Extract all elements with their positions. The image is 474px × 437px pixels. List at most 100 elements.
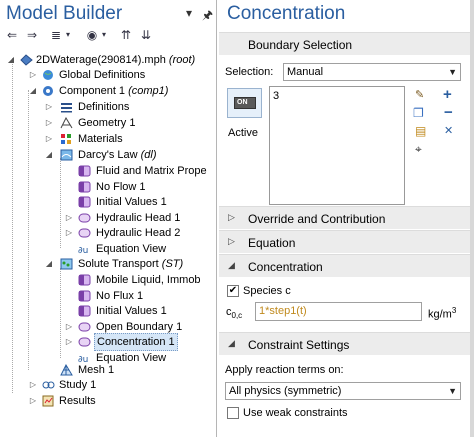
expand-toggle-icon[interactable]: ▷ (44, 99, 54, 115)
tree-item-solute-child[interactable]: ▷ Concentration 1 (0, 333, 216, 352)
unit-label: kg/m3 (428, 306, 456, 321)
tree-item-label: Initial Values 1 (96, 196, 167, 209)
concentration-title: Concentration (248, 260, 323, 274)
expand-toggle-icon[interactable]: ▷ (28, 67, 38, 83)
expand-toggle-icon[interactable]: ◢ (44, 147, 54, 163)
darcys-law-tag: (dl) (140, 149, 157, 161)
expand-toggle-icon[interactable]: ▷ (64, 210, 74, 226)
tree-item-label: No Flow 1 (96, 180, 146, 193)
tree-item-darcy-child[interactable]: Fluid and Matrix Prope (0, 163, 216, 179)
tree-item-label: Open Boundary 1 (96, 320, 183, 333)
c0-subscript: 0,c (231, 311, 243, 321)
tree-item-solute-child[interactable]: ∂u Equation View (0, 350, 216, 366)
chevron-down-icon: ◢ (228, 260, 235, 270)
scrollbar[interactable] (470, 0, 474, 437)
tree-item-label: Hydraulic Head 2 (96, 227, 181, 240)
globe-icon (42, 69, 55, 81)
boundary-node-icon (78, 181, 91, 193)
back-arrow-icon[interactable]: ⇐ (4, 27, 20, 43)
unit-sup: 3 (451, 306, 457, 315)
forward-arrow-icon[interactable]: ⇒ (24, 27, 40, 43)
species-label: Species c (243, 285, 291, 297)
active-label: Active (228, 127, 258, 139)
add-icon[interactable]: + (443, 86, 452, 103)
selection-combo[interactable]: Manual ▼ (283, 63, 461, 81)
apply-reaction-value: All physics (symmetric) (229, 385, 342, 397)
tree-item-materials[interactable]: ▷ Materials (0, 131, 216, 147)
expand-toggle-icon[interactable]: ▷ (28, 377, 38, 393)
apply-reaction-label: Apply reaction terms on: (225, 364, 344, 376)
tree-item-darcys-law[interactable]: ◢ Darcy's Law (dl) (0, 147, 216, 163)
expand-toggle-icon[interactable]: ◢ (44, 256, 54, 272)
tree-item-label: Initial Values 1 (96, 305, 167, 318)
tree-item-component[interactable]: ◢ Component 1 (comp1) (0, 83, 216, 99)
apply-reaction-combo[interactable]: All physics (symmetric) ▼ (225, 382, 461, 400)
tree-item-definitions[interactable]: ▷ Definitions (0, 99, 216, 115)
unit-main: kg/m (428, 308, 452, 321)
expand-toggle-icon[interactable]: ▷ (44, 131, 54, 147)
tree-item-label: Concentration 1 (94, 333, 178, 352)
component-label: Component 1 (59, 85, 126, 97)
species-checkbox[interactable]: ✔ (227, 285, 239, 297)
boundary-node-icon (78, 196, 91, 208)
section-equation[interactable]: ▷ Equation (219, 230, 470, 253)
solute-transport-tag: (ST) (161, 258, 184, 270)
copy-selection-icon[interactable]: ❐ (413, 106, 424, 120)
expand-toggle-icon[interactable]: ◢ (6, 52, 16, 68)
paste-selection-icon[interactable]: ✎ (415, 88, 424, 101)
solute-transport-icon (60, 258, 73, 270)
clipboard-icon[interactable]: ▤ (415, 124, 426, 138)
c0-input[interactable]: 1*step1(t) (255, 302, 422, 321)
list-view-dropdown-icon[interactable]: ▾ (60, 27, 76, 43)
expand-toggle-icon[interactable]: ▷ (44, 115, 54, 131)
tree-item-global-definitions[interactable]: ▷ Global Definitions (0, 67, 216, 83)
boundary-node-icon (78, 227, 91, 239)
section-override-contribution[interactable]: ▷ Override and Contribution (219, 206, 470, 229)
section-constraint-settings[interactable]: ◢ Constraint Settings (219, 332, 470, 355)
active-toggle-button[interactable]: ON (227, 88, 262, 118)
expand-toggle-icon[interactable]: ▷ (64, 319, 74, 335)
collapse-all-icon[interactable]: ⇈ (118, 27, 134, 43)
tree-item-darcy-child[interactable]: ∂u Equation View (0, 241, 216, 257)
expand-toggle-icon[interactable]: ▷ (28, 393, 38, 409)
definitions-icon (60, 101, 73, 113)
section-concentration[interactable]: ◢ Concentration (219, 254, 470, 277)
expand-toggle-icon[interactable]: ▷ (64, 334, 74, 350)
section-boundary-selection[interactable]: Boundary Selection (219, 32, 470, 55)
tree-item-solute-transport[interactable]: ◢ Solute Transport (ST) (0, 256, 216, 272)
tree-item-solute-child[interactable]: Mobile Liquid, Immob (0, 272, 216, 288)
override-title: Override and Contribution (248, 212, 386, 226)
tree-item-darcy-child[interactable]: ▷ Hydraulic Head 1 (0, 210, 216, 226)
tree-item-results[interactable]: ▷ Results (0, 393, 216, 409)
pin-icon[interactable]: 🖈 (202, 6, 213, 27)
tree-item-root[interactable]: ◢ 2DWaterage(290814).mph (root) (0, 52, 216, 68)
panel-menu-icon[interactable]: ▾ (186, 6, 192, 20)
expand-all-icon[interactable]: ⇊ (138, 27, 154, 43)
tree-item-geometry[interactable]: ▷ Geometry 1 (0, 115, 216, 131)
tree-item-solute-child[interactable]: Initial Values 1 (0, 303, 216, 319)
tree-item-solute-child[interactable]: ▷ Open Boundary 1 (0, 319, 216, 335)
selection-list-item[interactable]: 3 (273, 90, 279, 102)
study-icon (42, 379, 55, 391)
tree-item-solute-child[interactable]: No Flux 1 (0, 288, 216, 304)
tree-item-darcy-child[interactable]: No Flow 1 (0, 179, 216, 195)
equation-view-icon: ∂u (78, 243, 91, 256)
model-builder-panel: Model Builder ▾ 🖈 ⇐ ⇒ ≣ ▾ ◉ ▾ ⇈ ⇊ ◢ 2DWa… (0, 0, 217, 437)
model-file-icon (20, 54, 33, 66)
expand-toggle-icon[interactable]: ▷ (64, 225, 74, 241)
clear-selection-icon[interactable]: ✕ (444, 124, 453, 137)
tree-item-study[interactable]: ▷ Study 1 (0, 377, 216, 393)
tree-item-darcy-child[interactable]: ▷ Hydraulic Head 2 (0, 225, 216, 241)
darcys-law-label: Darcy's Law (78, 149, 138, 161)
remove-icon[interactable]: − (444, 104, 453, 121)
weak-constraints-checkbox[interactable] (227, 407, 239, 419)
tree-item-label: Equation View (96, 352, 167, 364)
expand-toggle-icon[interactable]: ◢ (28, 83, 38, 99)
tree-item-label: Mobile Liquid, Immob (96, 274, 201, 286)
tree-item-darcy-child[interactable]: Initial Values 1 (0, 194, 216, 210)
on-badge-label: ON (237, 99, 248, 106)
chevron-down-icon: ◢ (228, 338, 235, 348)
zoom-to-selection-icon[interactable]: ⌖ (415, 142, 422, 157)
show-dropdown-icon[interactable]: ▾ (96, 27, 112, 43)
selection-listbox[interactable]: 3 (269, 86, 405, 205)
